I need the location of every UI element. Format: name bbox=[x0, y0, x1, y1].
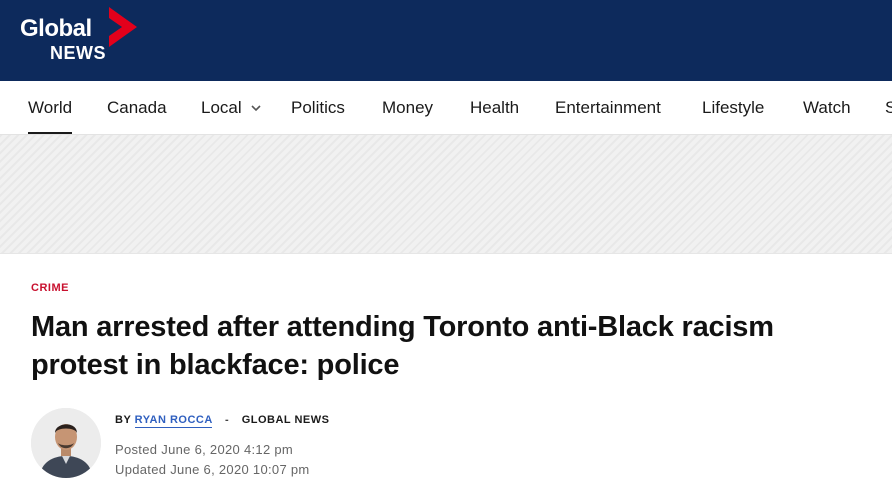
byline: BY RYAN ROCCA - GLOBAL NEWS bbox=[115, 414, 330, 428]
author-link[interactable]: RYAN ROCCA bbox=[134, 414, 213, 428]
byline-prefix: BY bbox=[115, 414, 132, 426]
category-label[interactable]: CRIME bbox=[31, 282, 69, 294]
nav-label: Politics bbox=[291, 98, 345, 117]
posted-label: Posted bbox=[115, 442, 158, 457]
main-nav: World Canada Local Politics Money Health… bbox=[0, 81, 892, 135]
author-photo bbox=[31, 408, 101, 478]
nav-item-health[interactable]: Health bbox=[470, 81, 520, 134]
nav-label: Lifestyle bbox=[702, 98, 765, 117]
byline-source: GLOBAL NEWS bbox=[241, 414, 330, 426]
article-headline: Man arrested after attending Toronto ant… bbox=[31, 311, 774, 381]
nav-item-entertainment[interactable]: Entertainment bbox=[555, 81, 661, 134]
nav-label: Money bbox=[382, 98, 434, 117]
posted-timestamp: Posted June 6, 2020 4:12 pm bbox=[115, 442, 293, 457]
global-news-logo[interactable]: Global NEWS bbox=[20, 5, 140, 69]
nav-item-watch[interactable]: Watch bbox=[803, 81, 851, 134]
nav-label: Canada bbox=[107, 98, 167, 117]
chevron-down-icon bbox=[251, 105, 261, 112]
logo-chevron-icon bbox=[109, 7, 137, 47]
nav-item-politics[interactable]: Politics bbox=[291, 81, 345, 134]
nav-item-money[interactable]: Money bbox=[382, 81, 434, 134]
nav-item-world[interactable]: World bbox=[28, 81, 73, 134]
logo-wordmark-news: NEWS bbox=[50, 43, 106, 63]
nav-item-lifestyle[interactable]: Lifestyle bbox=[702, 81, 765, 134]
nav-item-canada[interactable]: Canada bbox=[107, 81, 167, 134]
nav-label: Health bbox=[470, 98, 520, 117]
nav-label: Watch bbox=[803, 98, 851, 117]
byline-separator: - bbox=[224, 414, 230, 426]
nav-label: Entertainment bbox=[555, 98, 661, 117]
ad-placeholder bbox=[0, 135, 892, 254]
site-header: Global NEWS bbox=[0, 0, 892, 81]
updated-label: Updated bbox=[115, 462, 167, 477]
updated-date: June 6, 2020 10:07 pm bbox=[170, 462, 310, 477]
nav-label: Local bbox=[201, 98, 242, 117]
author-avatar[interactable] bbox=[31, 408, 101, 478]
nav-label: S bbox=[885, 98, 892, 118]
nav-label: World bbox=[28, 98, 73, 117]
updated-timestamp: Updated June 6, 2020 10:07 pm bbox=[115, 462, 310, 477]
logo-wordmark-global: Global bbox=[20, 15, 92, 42]
nav-item-truncated[interactable]: S bbox=[885, 81, 892, 134]
posted-date: June 6, 2020 4:12 pm bbox=[161, 442, 294, 457]
nav-item-local[interactable]: Local bbox=[201, 81, 262, 134]
